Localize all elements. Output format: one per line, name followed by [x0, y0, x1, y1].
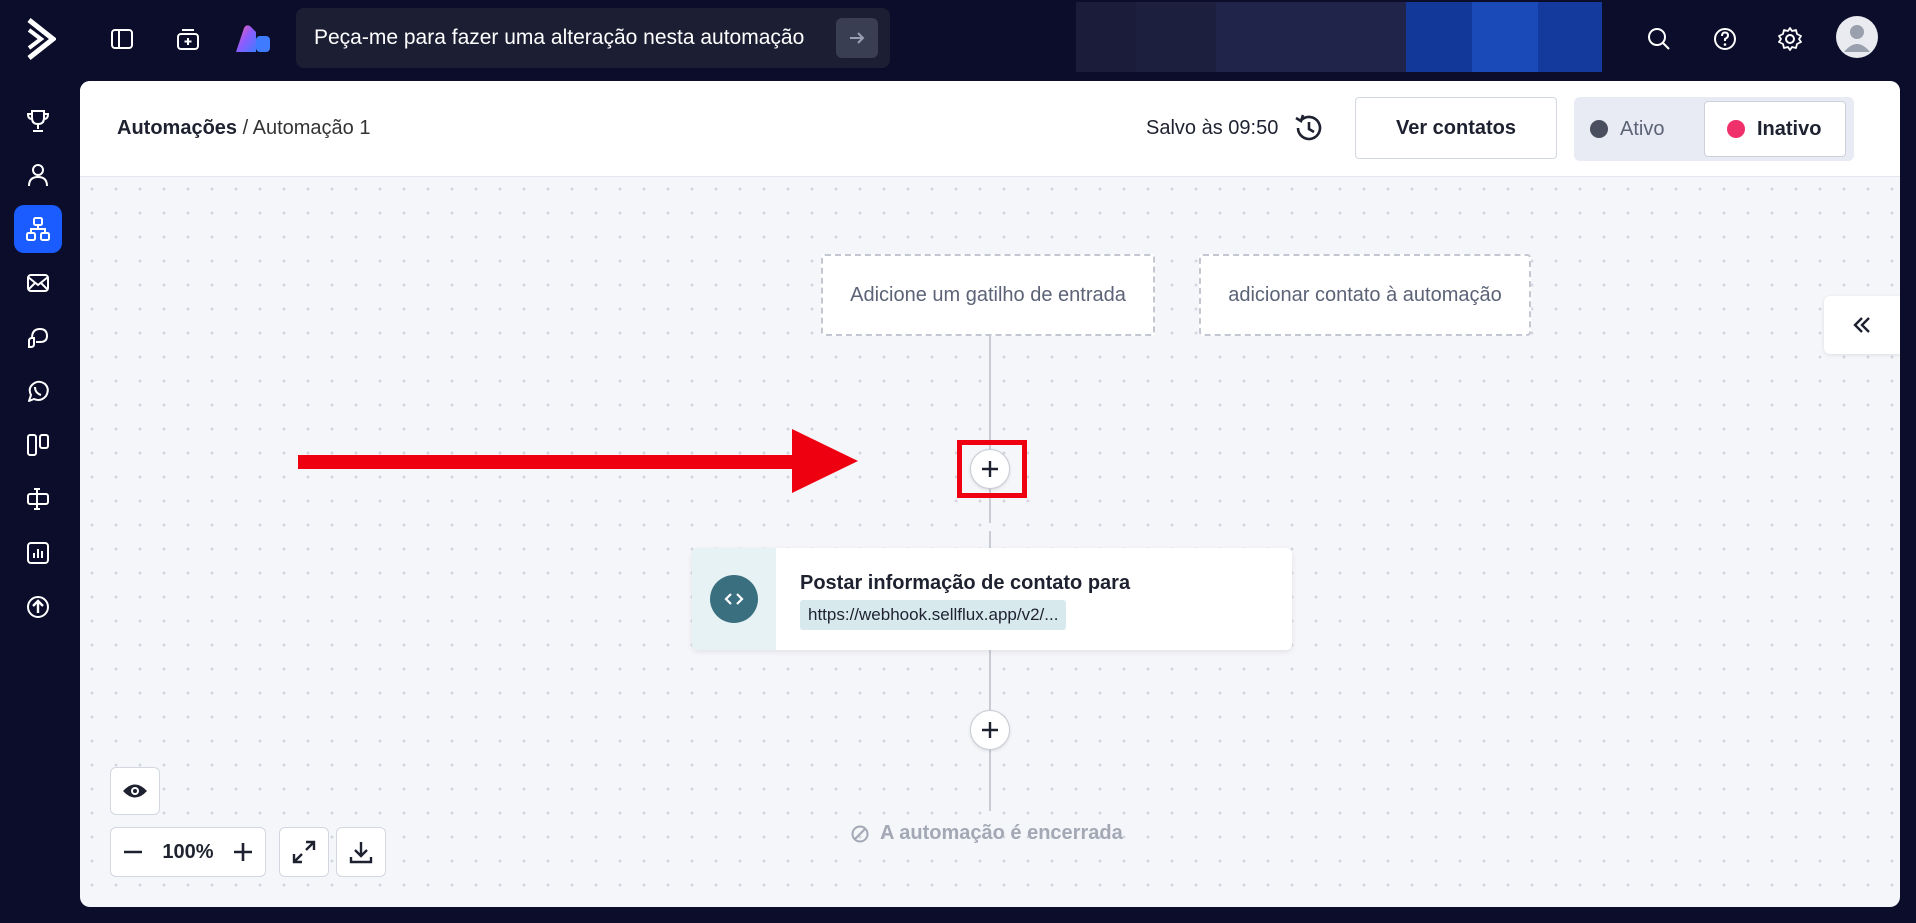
sidebar-item-upgrade[interactable]: [14, 583, 62, 631]
double-chevron-left-icon: [1853, 317, 1870, 333]
view-contacts-button[interactable]: Ver contatos: [1355, 97, 1557, 159]
arrow-right-icon: [850, 32, 865, 44]
avatar-icon: [1844, 25, 1870, 52]
action-title: Postar informação de contato para: [800, 572, 1131, 594]
conversations-icon: [28, 327, 49, 348]
status-inactive-option[interactable]: Inativo: [1704, 101, 1846, 157]
prompt-submit-button[interactable]: [836, 18, 878, 58]
help-icon[interactable]: [1710, 24, 1740, 54]
breadcrumb-current: Automação 1: [252, 117, 371, 139]
sidebar-item-email[interactable]: [14, 259, 62, 307]
expand-icon: [292, 840, 316, 864]
entry-trigger-placeholder[interactable]: Adicione um gatilho de entrada: [821, 254, 1155, 336]
reports-icon: [27, 542, 49, 564]
zoom-out-icon[interactable]: [121, 840, 145, 864]
editor-header: Automações / Automação 1 Salvo às 09:50 …: [80, 81, 1900, 177]
preview-button[interactable]: [110, 767, 160, 815]
zoom-level: 100%: [162, 840, 214, 863]
whatsapp-icon: [28, 380, 49, 402]
trophy-icon: [26, 110, 50, 132]
eye-icon: [123, 784, 147, 798]
pipeline-icon: [27, 434, 49, 456]
top-bar: Peça-me para fazer uma alteração nesta a…: [0, 0, 1916, 80]
zoom-in-icon[interactable]: [231, 840, 255, 864]
download-icon: [349, 842, 373, 864]
upgrade-icon: [27, 596, 49, 618]
annotation-arrow: [298, 429, 858, 493]
forms-icon: [27, 488, 49, 510]
fit-view-button[interactable]: [279, 827, 329, 877]
breadcrumb-separator: /: [237, 117, 253, 139]
top-banner: [1076, 2, 1602, 72]
sidebar: [0, 80, 76, 923]
sidebar-item-contacts[interactable]: [14, 151, 62, 199]
action-icon-area: [692, 548, 776, 650]
collapse-panel-button[interactable]: [1824, 296, 1900, 354]
sidebar-item-goals[interactable]: [14, 97, 62, 145]
zoom-control: 100%: [110, 827, 266, 877]
ai-prompt-input[interactable]: Peça-me para fazer uma alteração nesta a…: [296, 8, 890, 68]
ban-icon: [851, 825, 869, 842]
active-dot-icon: [1590, 120, 1608, 138]
ai-prompt-text: Peça-me para fazer uma alteração nesta a…: [314, 26, 805, 49]
logo-icon[interactable]: [26, 18, 58, 60]
inactive-dot-icon: [1727, 120, 1745, 138]
automation-icon: [26, 217, 50, 241]
sidebar-item-pipeline[interactable]: [14, 421, 62, 469]
status-active-option[interactable]: Ativo: [1590, 101, 1710, 157]
sidebar-item-automations[interactable]: [14, 205, 62, 253]
plus-icon: [982, 461, 998, 477]
email-icon: [27, 274, 49, 292]
code-icon: [710, 575, 758, 623]
breadcrumb: Automações / Automação 1: [117, 117, 370, 140]
status-active-label: Ativo: [1620, 117, 1665, 140]
automation-editor: Automações / Automação 1 Salvo às 09:50 …: [80, 81, 1900, 907]
search-icon[interactable]: [1644, 24, 1674, 54]
avatar[interactable]: [1836, 16, 1878, 58]
download-button[interactable]: [336, 827, 386, 877]
sidebar-item-forms[interactable]: [14, 475, 62, 523]
add-step-button[interactable]: [970, 449, 1010, 489]
breadcrumb-root-link[interactable]: Automações: [117, 117, 237, 139]
brand-app-icon[interactable]: [234, 24, 272, 54]
ai-builder-icon[interactable]: [173, 24, 203, 54]
history-icon[interactable]: [1292, 111, 1326, 145]
action-url: https://webhook.sellflux.app/v2/...: [800, 600, 1067, 630]
automation-end-label: A automação é encerrada: [880, 822, 1123, 844]
sidebar-item-conversations[interactable]: [14, 313, 62, 361]
panel-toggle-icon[interactable]: [107, 24, 137, 54]
gear-icon[interactable]: [1775, 24, 1805, 54]
sidebar-item-whatsapp[interactable]: [14, 367, 62, 415]
saved-status: Salvo às 09:50: [1146, 117, 1279, 139]
status-toggle: Ativo Inativo: [1574, 97, 1854, 161]
add-contact-trigger-placeholder[interactable]: adicionar contato à automação: [1199, 254, 1531, 336]
sidebar-item-reports[interactable]: [14, 529, 62, 577]
webhook-action-card[interactable]: Postar informação de contato para https:…: [692, 548, 1292, 650]
contacts-icon: [28, 164, 48, 187]
status-inactive-label: Inativo: [1757, 117, 1822, 140]
automation-end: A automação é encerrada: [850, 822, 1123, 845]
plus-icon: [982, 722, 998, 738]
add-step-button-bottom[interactable]: [970, 710, 1010, 750]
